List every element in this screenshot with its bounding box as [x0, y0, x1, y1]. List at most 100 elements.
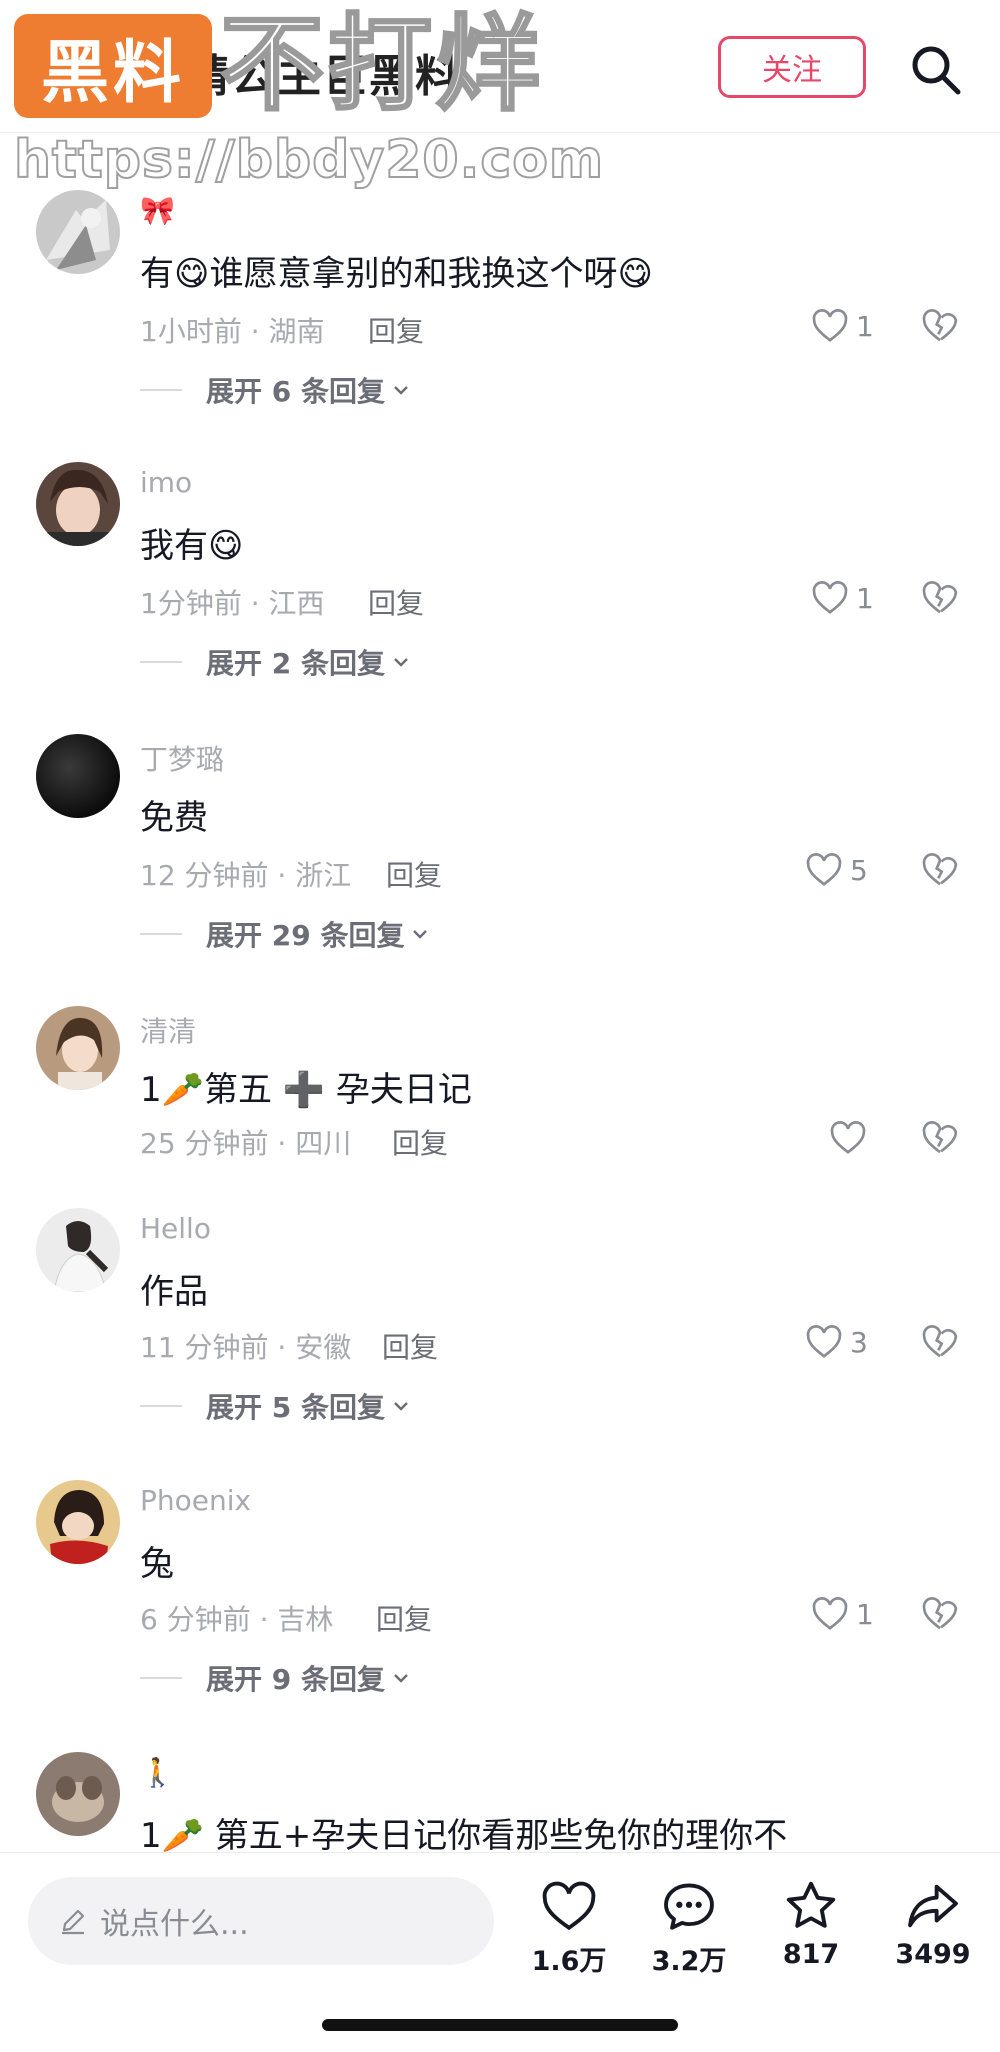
comment-time-location: 11 分钟前 · 安徽 [140, 1331, 352, 1364]
comment-list: 🎀 有😋谁愿意拿别的和我换这个呀😋 1小时前 · 湖南 回复 1 展开 6 条回… [0, 0, 1000, 1856]
heart-outline-icon [812, 309, 848, 342]
share-action-button[interactable]: 3499 [878, 1879, 988, 1970]
share-total: 3499 [895, 1939, 971, 1970]
expand-replies-button[interactable]: 展开 29 条回复 [140, 914, 430, 954]
heart-outline-icon [542, 1881, 596, 1931]
reply-button[interactable]: 回复 [382, 1326, 438, 1366]
comment-username[interactable]: 丁梦璐 [140, 738, 224, 778]
comment-text: 免费 [140, 798, 208, 838]
home-indicator[interactable] [322, 2019, 678, 2031]
like-button[interactable]: 3 [804, 1322, 868, 1362]
comment-total: 3.2万 [651, 1946, 727, 1977]
watermark-badge: 黑料 [14, 14, 212, 118]
like-button[interactable]: 1 [810, 306, 874, 346]
expand-replies-button[interactable]: 展开 9 条回复 [140, 1658, 411, 1698]
comment-text: 兔 [140, 1544, 174, 1584]
like-button[interactable]: 1 [810, 578, 874, 618]
favorite-total: 817 [782, 1939, 840, 1970]
reply-button[interactable]: 回复 [368, 582, 424, 622]
heart-outline-icon [812, 1597, 848, 1630]
avatar[interactable] [36, 190, 120, 274]
chevron-down-icon [413, 930, 428, 939]
chevron-down-icon [394, 1674, 408, 1683]
expand-replies-button[interactable]: 展开 5 条回复 [140, 1386, 411, 1426]
expand-replies-label: 展开 9 条回复 [206, 1663, 385, 1696]
comment-time-location: 12 分钟前 · 浙江 [140, 859, 352, 892]
like-action-button[interactable]: 1.6万 [514, 1879, 624, 1978]
reply-button[interactable]: 回复 [392, 1122, 448, 1162]
divider [140, 389, 182, 391]
divider [140, 1405, 182, 1407]
like-total: 1.6万 [531, 1946, 607, 1977]
comment-time-location: 25 分钟前 · 四川 [140, 1127, 352, 1160]
comment-username[interactable]: imo [140, 466, 192, 499]
search-icon[interactable] [908, 42, 964, 98]
avatar[interactable] [36, 734, 120, 818]
divider [140, 933, 182, 935]
comment-username[interactable]: 清清 [140, 1010, 196, 1050]
top-bar: 婧公主巨黑料 关注 黑料 不打烊 [0, 0, 1000, 133]
favorite-action-button[interactable]: 817 [756, 1879, 866, 1970]
watermark-title: 不打烊 [218, 3, 545, 126]
broken-heart-icon[interactable] [920, 850, 960, 890]
expand-replies-label: 展开 6 条回复 [206, 375, 385, 408]
avatar[interactable] [36, 1006, 120, 1090]
like-count: 1 [856, 581, 874, 615]
pencil-icon [62, 1909, 85, 1935]
broken-heart-icon[interactable] [920, 1118, 960, 1158]
comment-text: 有😋谁愿意拿别的和我换这个呀😋 [140, 254, 653, 294]
reply-button[interactable]: 回复 [376, 1598, 432, 1638]
comment-time-location: 6 分钟前 · 吉林 [140, 1603, 334, 1636]
chevron-down-icon [394, 386, 408, 395]
comment-username[interactable]: Phoenix [140, 1484, 251, 1517]
reply-button[interactable]: 回复 [368, 310, 424, 350]
comment-username[interactable]: 🚶 [140, 1756, 175, 1789]
expand-replies-button[interactable]: 展开 6 条回复 [140, 370, 411, 410]
comment-time-location: 1小时前 · 湖南 [140, 315, 325, 348]
expand-replies-label: 展开 29 条回复 [206, 919, 405, 952]
heart-outline-icon [812, 581, 848, 614]
comment-input[interactable]: 说点什么... [28, 1877, 494, 1965]
expand-replies-label: 展开 2 条回复 [206, 647, 385, 680]
like-count: 5 [850, 853, 868, 887]
expand-replies-label: 展开 5 条回复 [206, 1391, 385, 1424]
broken-heart-icon[interactable] [920, 306, 960, 346]
broken-heart-icon[interactable] [920, 1594, 960, 1634]
comment-text: 我有😋 [140, 526, 244, 566]
like-button[interactable]: 5 [804, 850, 868, 890]
heart-outline-icon [806, 1325, 842, 1358]
share-arrow-icon [908, 1884, 958, 1928]
avatar[interactable] [36, 1208, 120, 1292]
avatar[interactable] [36, 1752, 120, 1836]
broken-heart-icon[interactable] [920, 578, 960, 618]
input-placeholder: 说点什么... [100, 1907, 249, 1942]
comment-text: 作品 [140, 1272, 208, 1312]
comment-username[interactable]: 🎀 [140, 194, 175, 227]
reply-button[interactable]: 回复 [386, 854, 442, 894]
bottom-action-bar: 说点什么... 1.6万 3.2万 817 3499 [0, 1852, 1000, 2052]
comment-text: 1🥕第五 ➕ 孕夫日记 [140, 1070, 472, 1110]
like-count: 3 [850, 1325, 868, 1359]
broken-heart-icon[interactable] [920, 1322, 960, 1362]
divider [140, 661, 182, 663]
follow-button[interactable]: 关注 [718, 36, 866, 98]
star-icon [786, 1881, 836, 1928]
comment-time-location: 1分钟前 · 江西 [140, 587, 325, 620]
heart-outline-icon [830, 1121, 866, 1154]
comment-username[interactable]: Hello [140, 1212, 211, 1245]
like-count: 1 [856, 309, 874, 343]
avatar[interactable] [36, 1480, 120, 1564]
watermark-url: https://bbdy20.com [13, 129, 605, 191]
like-button[interactable] [828, 1118, 868, 1158]
chevron-down-icon [394, 1402, 408, 1411]
like-count: 1 [856, 1597, 874, 1631]
avatar[interactable] [36, 462, 120, 546]
heart-outline-icon [806, 853, 842, 886]
expand-replies-button[interactable]: 展开 2 条回复 [140, 642, 411, 682]
chevron-down-icon [394, 658, 408, 667]
like-button[interactable]: 1 [810, 1594, 874, 1634]
comment-bubble-icon [664, 1883, 714, 1930]
comment-action-button[interactable]: 3.2万 [634, 1879, 744, 1978]
divider [140, 1677, 182, 1679]
comment-text: 1🥕 第五+孕夫日记你看那些免你的理你不 [140, 1816, 788, 1856]
